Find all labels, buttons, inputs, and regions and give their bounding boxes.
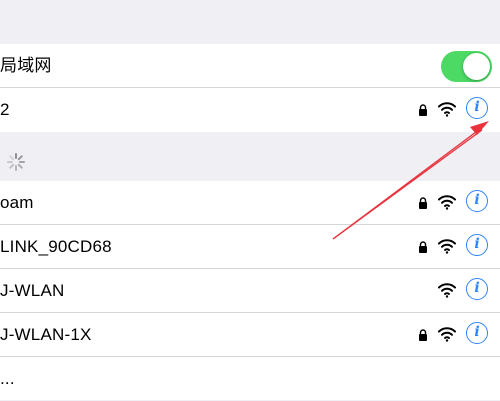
network-row[interactable]: LINK_90CD68 i	[0, 225, 500, 269]
wifi-icon	[438, 102, 456, 117]
info-icon[interactable]: i	[466, 234, 488, 256]
other-network-label: ...	[0, 369, 15, 388]
network-name: J-WLAN-1X	[0, 325, 92, 344]
wlan-toggle-label: 局域网	[0, 56, 52, 75]
info-icon[interactable]: i	[466, 278, 488, 300]
network-name: J-WLAN	[0, 281, 65, 300]
info-icon[interactable]: i	[466, 97, 488, 119]
network-icons: i	[410, 269, 500, 313]
other-network-row[interactable]: ...	[0, 357, 500, 400]
network-row[interactable]: J-WLAN i	[0, 269, 500, 313]
wlan-toggle[interactable]	[441, 51, 492, 82]
toggle-knob	[463, 53, 490, 80]
wifi-icon	[438, 283, 456, 298]
current-network-icons: i	[410, 88, 500, 132]
lock-icon	[419, 329, 427, 341]
lock-icon	[419, 197, 427, 209]
wifi-icon	[438, 327, 456, 342]
wlan-toggle-row: 局域网	[0, 44, 500, 88]
top-gray-band	[0, 0, 500, 44]
network-icons: i	[410, 313, 500, 357]
lock-icon	[419, 104, 427, 116]
networks-header-band	[0, 132, 500, 181]
current-network-name: 2	[0, 100, 10, 119]
lock-icon	[419, 241, 427, 253]
wifi-icon	[438, 195, 456, 210]
network-row[interactable]: J-WLAN-1X i	[0, 313, 500, 357]
network-name: LINK_90CD68	[0, 237, 112, 256]
network-icons: i	[410, 225, 500, 269]
info-icon[interactable]: i	[466, 322, 488, 344]
info-icon[interactable]: i	[466, 190, 488, 212]
spinner-icon	[7, 153, 25, 171]
wifi-icon	[438, 239, 456, 254]
current-network-row[interactable]: 2 i	[0, 88, 500, 132]
network-icons: i	[410, 181, 500, 225]
network-row[interactable]: oam i	[0, 181, 500, 225]
network-name: oam	[0, 193, 34, 212]
